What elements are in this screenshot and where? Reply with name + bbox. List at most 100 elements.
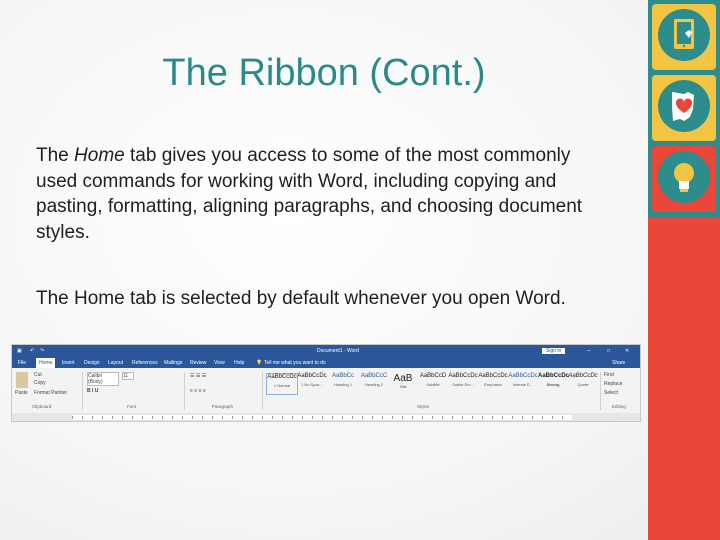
tab-references[interactable]: References [132, 360, 158, 366]
tile-idea [652, 146, 716, 212]
font-name-select[interactable]: Calibri (Body) [87, 372, 119, 386]
paste-label[interactable]: Paste [15, 390, 28, 396]
tab-mailings[interactable]: Mailings [164, 360, 182, 366]
separator [262, 372, 263, 410]
undo-icon[interactable]: ↶ [30, 348, 34, 354]
ruler-tick [562, 416, 563, 419]
restore-icon[interactable]: □ [607, 348, 610, 354]
style-item[interactable]: AaBbCcDc Intense E... [508, 373, 538, 393]
lightbulb-icon [658, 151, 710, 203]
separator [184, 372, 185, 410]
style-item[interactable]: AaBbCcDc 1 Normal [266, 373, 298, 395]
tab-insert[interactable]: Insert [62, 360, 75, 366]
ruler-tick [402, 416, 403, 419]
ruler-tick [372, 416, 373, 419]
ruler-tick [342, 416, 343, 419]
redo-icon[interactable]: ↷ [40, 348, 44, 354]
ruler-tick [232, 416, 233, 419]
ruler-tick [452, 416, 453, 419]
ruler-tick [492, 416, 493, 419]
ruler-tick [422, 416, 423, 419]
separator [82, 372, 83, 410]
ruler-tick [532, 416, 533, 419]
styles-group-label: Styles [417, 404, 430, 409]
font-size-select[interactable]: 11 [122, 372, 134, 380]
find-button[interactable]: Find [604, 372, 614, 378]
ruler-tick [162, 416, 163, 419]
font-group-label: Font [127, 404, 137, 409]
style-item[interactable]: AaBbCc Heading 1 [328, 373, 358, 393]
ruler-tick [392, 416, 393, 419]
close-icon[interactable]: ✕ [625, 348, 629, 354]
editing-group-label: Editing [612, 404, 626, 409]
tab-design[interactable]: Design [84, 360, 100, 366]
ruler-tick [302, 416, 303, 419]
ruler-tick [262, 416, 263, 419]
ruler-tick [182, 416, 183, 419]
ruler-tick [152, 416, 153, 419]
ruler-tick [512, 416, 513, 419]
format-painter-button[interactable]: Format Painter [34, 390, 67, 396]
bullets-icon[interactable]: ☰ ☰ ☰ [190, 373, 206, 379]
tab-home[interactable]: Home [36, 358, 56, 368]
p1-home-em: Home [74, 145, 125, 166]
ruler-tick [252, 416, 253, 419]
copy-button[interactable]: Copy [34, 380, 46, 386]
tell-me-box[interactable]: Tell me what you want to do [264, 360, 326, 366]
tab-layout[interactable]: Layout [108, 360, 123, 366]
style-item[interactable]: AaB Title [388, 373, 418, 393]
style-item[interactable]: AaBbCcDc 1 No Spac... [297, 373, 327, 393]
separator [600, 372, 601, 410]
ruler-tick [332, 416, 333, 419]
style-item[interactable]: AaBbCcC Heading 2 [359, 373, 389, 393]
ruler-tick [472, 416, 473, 419]
paragraph-group-label: Paragraph [212, 404, 234, 409]
style-item[interactable]: AaBbCcD Subtitle [418, 373, 448, 393]
sign-in-button[interactable]: Sign in [542, 348, 566, 354]
ruler-tick [132, 416, 133, 419]
tablet-touch-icon [658, 9, 710, 61]
tile-tablet [652, 4, 716, 70]
ruler-tick [432, 416, 433, 419]
ruler-tick [92, 416, 93, 419]
share-button[interactable]: Share [612, 360, 625, 366]
ruler-tick [142, 416, 143, 419]
p1-pre: The [36, 145, 75, 166]
tab-help[interactable]: Help [234, 360, 244, 366]
style-item[interactable]: AaBbCcDc Subtle Em... [448, 373, 478, 393]
slide-title: The Ribbon (Cont.) [162, 52, 486, 94]
document-title: Document1 - Word [317, 348, 359, 354]
style-item[interactable]: AaBbCcDc Quote [568, 373, 598, 393]
paste-icon[interactable] [16, 372, 28, 388]
cut-button[interactable]: Cut [34, 372, 42, 378]
bold-button[interactable]: B I U [87, 388, 98, 394]
tab-review[interactable]: Review [190, 360, 206, 366]
replace-button[interactable]: Replace [604, 381, 622, 387]
select-button[interactable]: Select [604, 390, 618, 396]
style-item[interactable]: AaBbCcDc Strong [538, 373, 569, 393]
tab-view[interactable]: View [214, 360, 225, 366]
ruler-tick [522, 416, 523, 419]
ruler-tick [502, 416, 503, 419]
clipboard-group-label: Clipboard [32, 404, 52, 409]
paragraph-home-tab: The Home tab gives you access to some of… [36, 143, 616, 245]
style-item[interactable]: AaBbCcDc Emphasis [478, 373, 508, 393]
ruler-tick [82, 416, 83, 419]
ruler-tick [122, 416, 123, 419]
word-title-bar: ▣ ↶ ↷ Document1 - Word Sign in ─ □ ✕ [12, 345, 640, 358]
ruler-tick [362, 416, 363, 419]
ruler-tick [272, 416, 273, 419]
word-ribbon-screenshot: ▣ ↶ ↷ Document1 - Word Sign in ─ □ ✕ Fil… [12, 345, 640, 421]
ruler-tick [322, 416, 323, 419]
ruler [12, 413, 640, 421]
ruler-tick [462, 416, 463, 419]
ruler-tick [202, 416, 203, 419]
minimize-icon[interactable]: ─ [587, 348, 591, 354]
ohio-heart-icon [658, 80, 710, 132]
align-icon[interactable]: ≡ ≡ ≡ ≡ [190, 388, 206, 394]
ruler-tick [442, 416, 443, 419]
save-icon[interactable]: ▣ [17, 348, 22, 354]
tab-file[interactable]: File [18, 360, 26, 366]
ruler-tick [112, 416, 113, 419]
paragraph-default: The Home tab is selected by default when… [36, 288, 566, 309]
